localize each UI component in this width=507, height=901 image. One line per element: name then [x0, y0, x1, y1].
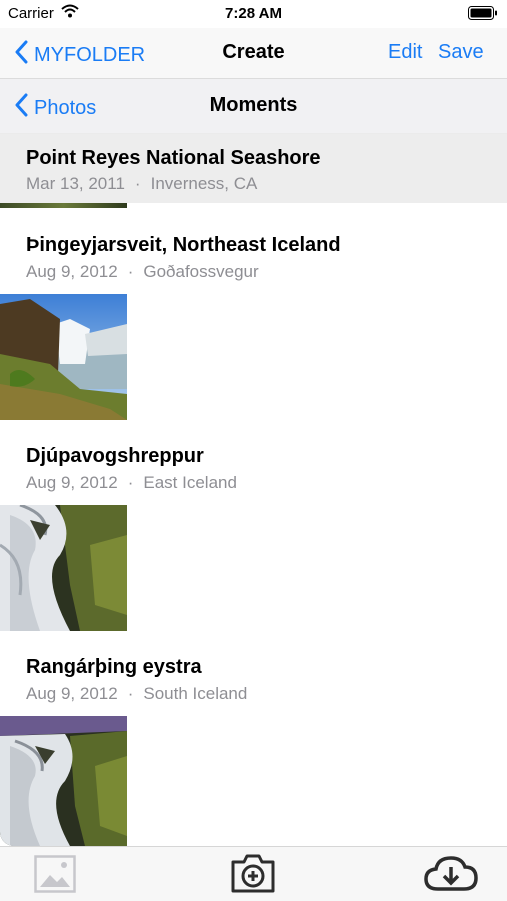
moment-date: Aug 9, 2012 — [26, 262, 118, 281]
moment-meta: Aug 9, 2012 · East Iceland — [26, 473, 237, 493]
moment-meta: Aug 9, 2012 · Goðafossvegur — [26, 262, 259, 282]
separator-dot: · — [134, 174, 141, 193]
moment-date: Aug 9, 2012 — [26, 684, 118, 703]
save-button[interactable]: Save — [438, 41, 484, 64]
battery-icon — [468, 6, 498, 25]
photo-thumbnail[interactable] — [0, 505, 127, 631]
moment-date: Mar 13, 2011 — [26, 174, 125, 193]
moment-header[interactable]: Þingeyjarsveit, Northeast Iceland Aug 9,… — [0, 234, 507, 294]
separator-dot: · — [127, 473, 134, 492]
moment-date: Aug 9, 2012 — [26, 473, 118, 492]
back-button-label: Photos — [34, 96, 97, 119]
back-button-photos[interactable]: Photos — [14, 93, 96, 123]
moment-meta: Mar 13, 2011 · Inverness, CA — [26, 174, 257, 194]
moment-location: East Iceland — [143, 473, 237, 492]
edit-button[interactable]: Edit — [388, 41, 422, 64]
moment-header[interactable]: Djúpavogshreppur Aug 9, 2012 · East Icelan… — [0, 445, 507, 505]
back-button-label: MYFOLDER — [34, 43, 146, 66]
separator-dot: · — [127, 684, 134, 703]
moment-meta: Aug 9, 2012 · South Iceland — [26, 684, 247, 704]
cloud-download-icon[interactable] — [424, 855, 478, 896]
bottom-toolbar — [0, 846, 507, 901]
moment-place: Þingeyjarsveit, Northeast Iceland — [26, 234, 341, 256]
moment-location: South Iceland — [143, 684, 248, 703]
clock: 7:28 AM — [225, 5, 282, 22]
photo-thumbnail[interactable] — [0, 294, 127, 420]
photos-navigation-bar: Photos Moments — [0, 78, 507, 134]
back-button-myfolder[interactable]: MYFOLDER — [14, 40, 145, 70]
photo-thumbnail[interactable] — [0, 203, 127, 208]
separator-dot: · — [127, 262, 134, 281]
photo-thumbnail[interactable] — [0, 716, 127, 846]
chevron-left-icon — [14, 93, 28, 123]
moment-place: Point Reyes National Seashore — [26, 147, 321, 169]
chevron-left-icon — [14, 40, 28, 70]
moment-location: Goðafossvegur — [143, 262, 259, 281]
status-bar: Carrier 7:28 AM — [0, 0, 507, 28]
moment-place: Rangárþing eystra — [26, 656, 202, 678]
navigation-bar: MYFOLDER Create Edit Save — [0, 28, 507, 78]
photo-library-icon[interactable] — [34, 855, 76, 898]
moment-location: Inverness, CA — [150, 174, 258, 193]
moment-place: Djúpavogshreppur — [26, 445, 204, 467]
moment-header[interactable]: Point Reyes National Seashore Mar 13, 20… — [0, 133, 507, 203]
moment-header[interactable]: Rangárþing eystra Aug 9, 2012 · South Icel… — [0, 656, 507, 716]
camera-icon[interactable] — [230, 852, 276, 899]
